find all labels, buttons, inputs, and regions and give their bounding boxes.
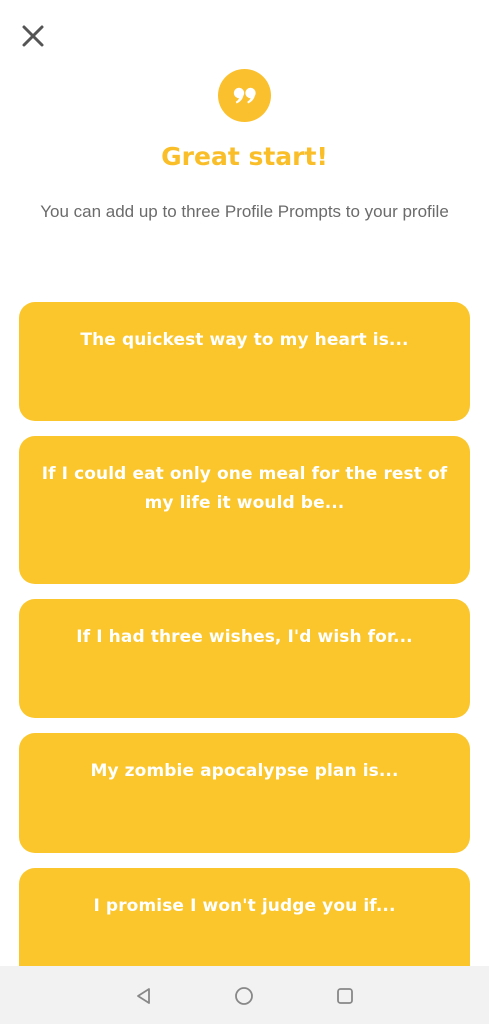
prompt-card-meal[interactable]: If I could eat only one meal for the res… xyxy=(19,436,470,584)
recents-square-icon xyxy=(337,988,353,1004)
prompt-label: The quickest way to my heart is... xyxy=(80,330,409,350)
back-triangle-icon xyxy=(137,988,150,1004)
quote-icon xyxy=(233,87,256,103)
close-icon xyxy=(22,25,44,47)
quote-badge xyxy=(218,69,271,122)
prompt-card-wishes[interactable]: If I had three wishes, I'd wish for... xyxy=(19,599,470,718)
prompt-label: If I could eat only one meal for the res… xyxy=(41,464,448,513)
nav-back-button[interactable] xyxy=(128,980,160,1012)
nav-recents-button[interactable] xyxy=(329,980,361,1012)
prompt-label: I promise I won't judge you if... xyxy=(93,896,396,916)
prompt-label: If I had three wishes, I'd wish for... xyxy=(76,627,413,647)
home-circle-icon xyxy=(235,987,253,1005)
prompt-label: My zombie apocalypse plan is... xyxy=(90,761,399,781)
prompt-card-judge[interactable]: I promise I won't judge you if... xyxy=(19,868,470,966)
nav-home-button[interactable] xyxy=(228,980,260,1012)
page-subtitle: You can add up to three Profile Prompts … xyxy=(40,202,449,221)
system-navigation-bar xyxy=(0,966,489,1024)
prompt-card-heart[interactable]: The quickest way to my heart is... xyxy=(19,302,470,421)
close-button[interactable] xyxy=(14,17,52,55)
prompt-picker-screen: Great start! You can add up to three Pro… xyxy=(0,0,489,966)
prompt-card-zombie[interactable]: My zombie apocalypse plan is... xyxy=(19,733,470,853)
page-title: Great start! xyxy=(161,142,328,171)
